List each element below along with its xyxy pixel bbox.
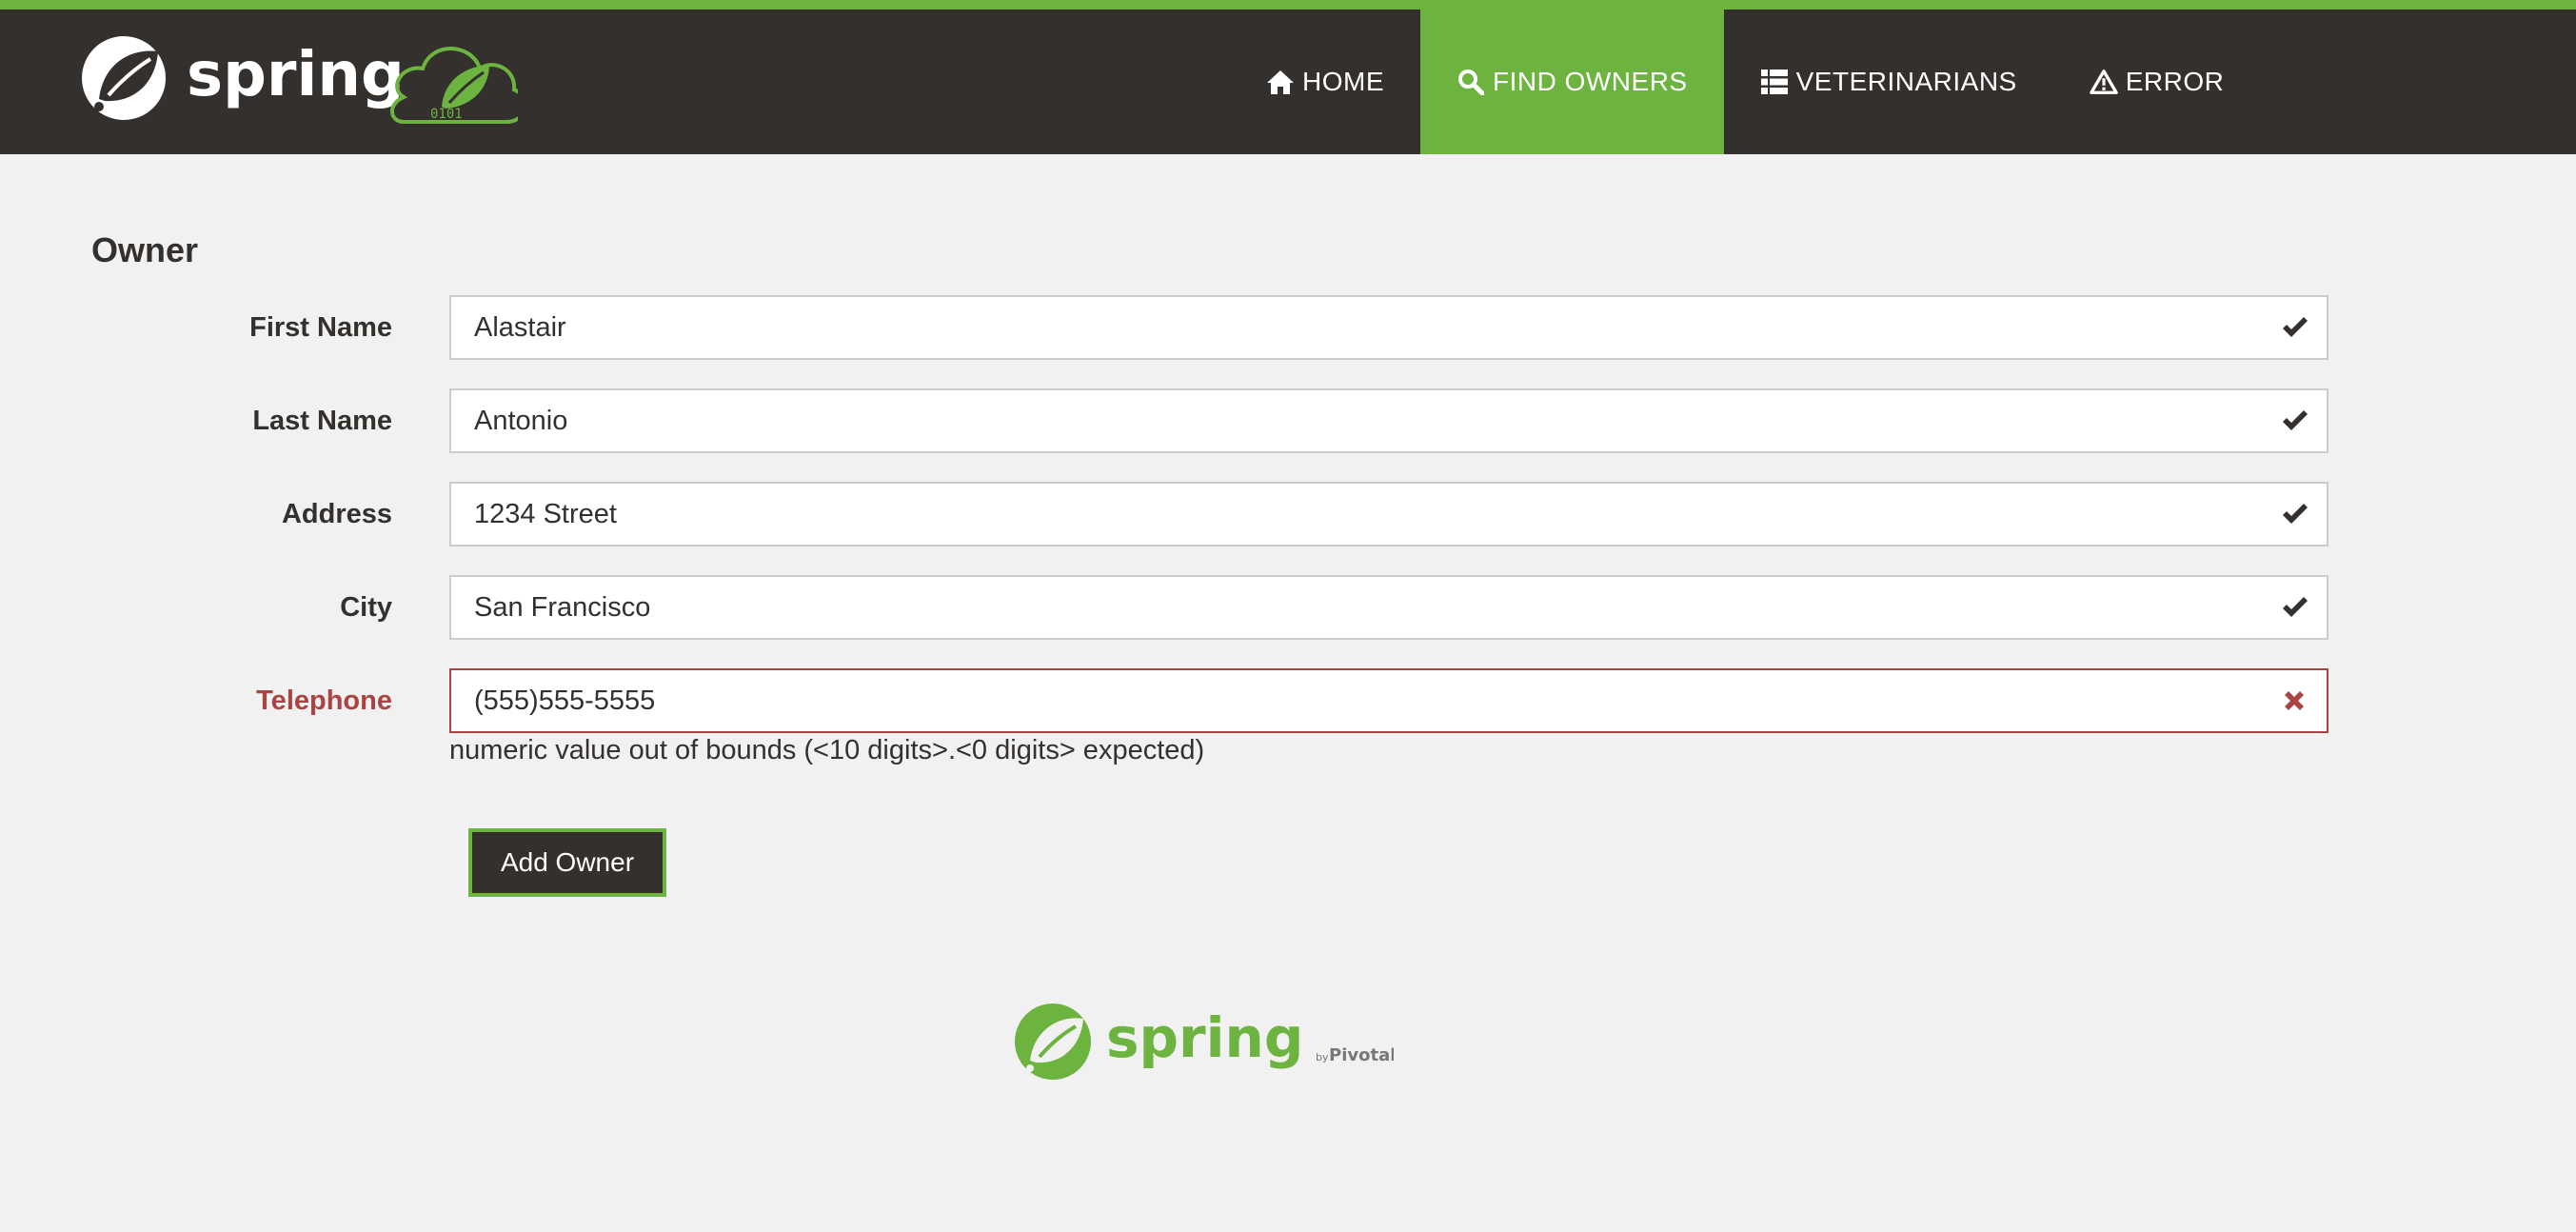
checkmark-icon	[2281, 407, 2309, 434]
form-row-telephone: Telephone	[0, 668, 2576, 733]
error-x-icon	[2281, 687, 2309, 714]
address-label: Address	[281, 499, 392, 529]
spring-logo[interactable]: spring 0101	[80, 30, 527, 126]
warning-icon	[2089, 68, 2118, 96]
form-row-city: City	[0, 575, 2576, 640]
spring-by-pivotal-logo: spring by Pivotal.	[1015, 1003, 1402, 1080]
nav-item-label: HOME	[1302, 67, 1384, 96]
nav-item-error[interactable]: ERROR	[2053, 10, 2261, 154]
last-name-label: Last Name	[252, 406, 392, 436]
nav-item-veterinarians[interactable]: VETERINARIANS	[1724, 10, 2053, 154]
home-icon	[1266, 68, 1295, 96]
city-field[interactable]	[449, 575, 2328, 640]
checkmark-icon	[2281, 594, 2309, 621]
checkmark-icon	[2281, 314, 2309, 341]
telephone-error-message: numeric value out of bounds (<10 digits>…	[449, 735, 1205, 765]
search-icon	[1456, 68, 1485, 96]
nav-item-label: ERROR	[2125, 67, 2225, 96]
footer-spring-pivotal-logo: spring by Pivotal.	[1013, 998, 1402, 1083]
nav-item-label: VETERINARIANS	[1795, 67, 2017, 96]
add-owner-button[interactable]: Add Owner	[468, 828, 666, 897]
svg-text:0101: 0101	[430, 107, 463, 122]
main-nav: HOME FIND OWNERS VETERINARIANS ERROR	[1238, 10, 2260, 154]
address-field[interactable]	[449, 482, 2328, 546]
nav-item-home[interactable]: HOME	[1238, 10, 1420, 154]
nav-item-find-owners[interactable]: FIND OWNERS	[1420, 10, 1724, 154]
page-title: Owner	[91, 230, 199, 269]
nav-item-label: FIND OWNERS	[1493, 67, 1688, 96]
checkmark-icon	[2281, 501, 2309, 527]
navbar: spring 0101 HOME FIND OWNERS VETERINARIA…	[0, 0, 2576, 154]
telephone-field[interactable]	[449, 668, 2328, 733]
svg-text:spring: spring	[187, 40, 405, 110]
spring-logo-graphic: spring 0101	[82, 36, 527, 124]
list-icon	[1760, 68, 1789, 96]
last-name-field[interactable]	[449, 388, 2328, 453]
first-name-label: First Name	[249, 312, 392, 343]
form-row-last-name: Last Name	[0, 388, 2576, 453]
svg-text:spring: spring	[1106, 1005, 1303, 1070]
city-label: City	[340, 592, 392, 623]
form-row-first-name: First Name	[0, 295, 2576, 360]
svg-text:Pivotal.: Pivotal.	[1329, 1045, 1394, 1065]
telephone-label: Telephone	[256, 686, 392, 716]
form-row-address: Address	[0, 482, 2576, 546]
svg-text:by: by	[1316, 1051, 1329, 1063]
first-name-field[interactable]	[449, 295, 2328, 360]
